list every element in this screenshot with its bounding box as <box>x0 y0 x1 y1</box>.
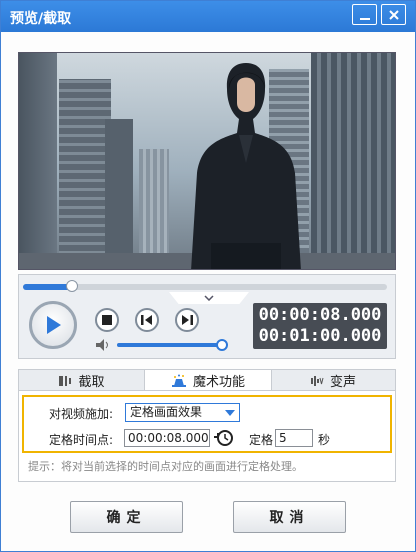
building <box>19 53 57 269</box>
step-back-icon <box>141 315 152 325</box>
hint-text: 提示：将对当前选择的时间点对应的画面进行定格处理。 <box>28 460 303 473</box>
progress-knob[interactable] <box>66 280 79 292</box>
volume-knob[interactable] <box>215 339 228 351</box>
waveform-icon <box>310 375 324 386</box>
building <box>59 79 111 269</box>
building <box>311 53 395 269</box>
cancel-button[interactable]: 取消 <box>233 501 346 533</box>
function-tabs: 截取 魔术功能 变声 <box>18 369 396 391</box>
progress-track[interactable] <box>23 280 387 292</box>
dropdown-arrow-icon <box>225 410 235 416</box>
previous-frame-button[interactable] <box>135 308 159 332</box>
playback-controls: 00:00:08.000 00:01:00.000 <box>18 274 396 359</box>
building <box>139 149 169 269</box>
tab-magic[interactable]: 魔术功能 <box>144 370 272 391</box>
stop-button[interactable] <box>95 308 119 332</box>
chevron-down-icon[interactable] <box>204 295 214 301</box>
stop-icon <box>102 315 112 325</box>
next-frame-button[interactable] <box>175 308 199 332</box>
volume-slider[interactable] <box>117 339 228 351</box>
freeze-duration-unit: 秒 <box>318 433 331 447</box>
ok-button[interactable]: 确定 <box>70 501 183 533</box>
video-preview <box>18 52 396 270</box>
tab-magic-label: 魔术功能 <box>192 375 245 390</box>
pick-current-time-icon[interactable] <box>213 428 235 448</box>
person-figure <box>191 63 301 269</box>
freeze-duration-label: 定格 <box>249 433 274 447</box>
tab-crop-label: 截取 <box>78 375 105 390</box>
freeze-time-label: 定格时间点: <box>49 433 114 447</box>
time-display: 00:00:08.000 00:01:00.000 <box>253 303 387 349</box>
volume-icon[interactable] <box>95 338 111 352</box>
effect-select-value: 定格画面效果 <box>130 405 203 419</box>
freeze-duration-input[interactable]: 5 <box>275 429 313 447</box>
freeze-settings: 对视频施加: 定格画面效果 定格时间点: 00:00:08.000 定格 5 秒 <box>22 395 392 453</box>
building <box>105 119 133 269</box>
progress-fill <box>23 284 73 290</box>
effect-label: 对视频施加: <box>49 407 114 421</box>
total-time: 00:01:00.000 <box>258 326 382 346</box>
tab-crop[interactable]: 截取 <box>19 370 144 391</box>
minimize-icon <box>359 17 370 20</box>
crop-icon <box>59 375 72 386</box>
close-icon <box>388 9 399 20</box>
step-forward-icon <box>182 315 193 325</box>
effect-select[interactable]: 定格画面效果 <box>125 403 240 422</box>
volume-fill <box>117 343 222 347</box>
current-time: 00:00:08.000 <box>258 305 382 325</box>
close-button[interactable] <box>381 4 406 25</box>
window-title: 预览/截取 <box>10 11 72 27</box>
play-icon <box>47 316 61 334</box>
title-bar[interactable]: 预览/截取 <box>1 1 415 32</box>
play-button[interactable] <box>29 301 77 349</box>
tab-voice-label: 变声 <box>329 375 356 390</box>
tab-voice-change[interactable]: 变声 <box>270 370 396 391</box>
minimize-button[interactable] <box>352 4 377 25</box>
magic-hat-icon <box>171 374 186 387</box>
freeze-time-input[interactable]: 00:00:08.000 <box>124 429 210 447</box>
